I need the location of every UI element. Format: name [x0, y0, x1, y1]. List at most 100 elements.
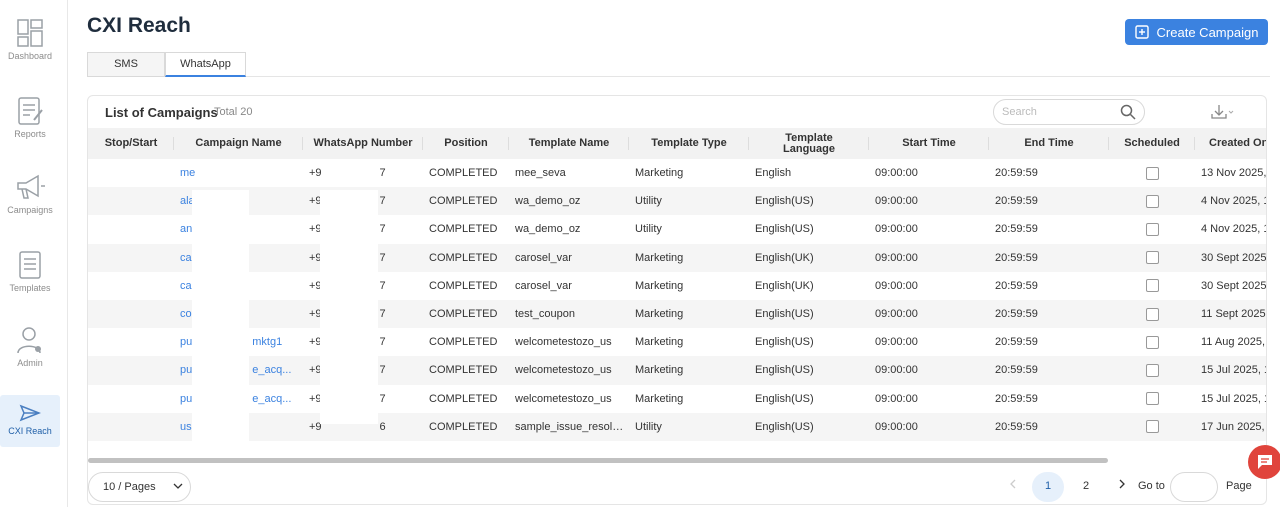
sidebar-item-admin[interactable]: Admin	[0, 325, 60, 368]
scheduled-checkbox[interactable]	[1145, 363, 1159, 377]
number-suffix: 6	[379, 420, 386, 433]
cell-stop-start[interactable]	[88, 385, 174, 413]
prev-page-button[interactable]	[1003, 472, 1023, 502]
table-row[interactable]: co +9 7 COMPLETED test_coupon Marketing Englis…	[88, 299, 1266, 329]
campaign-name-link[interactable]: co	[180, 308, 192, 320]
cell-template-language: English(US)	[755, 336, 814, 349]
sidebar-item-label: Campaigns	[7, 205, 53, 215]
campaign-name-link[interactable]: pu	[180, 336, 192, 348]
scheduled-checkbox[interactable]	[1145, 166, 1159, 180]
cell-end-time: 20:59:59	[995, 167, 1038, 180]
cell-scheduled	[1109, 328, 1195, 356]
col-start-time[interactable]: Start Time	[869, 128, 989, 159]
create-campaign-button[interactable]: Create Campaign	[1125, 19, 1268, 45]
sidebar-item-campaigns[interactable]: Campaigns	[0, 172, 60, 215]
table-row[interactable]: user45+96COMPLETEDsample_issue_resolutio…	[88, 412, 1266, 441]
col-template-name[interactable]: Template Name	[509, 128, 629, 159]
sidebar-item-dashboard[interactable]: Dashboard	[0, 18, 60, 61]
goto-page-input[interactable]	[1170, 472, 1218, 502]
campaign-name-suffix[interactable]: e_acq...	[252, 364, 291, 376]
cell-stop-start[interactable]	[88, 243, 174, 272]
number-suffix: 7	[379, 364, 386, 377]
table-row[interactable]: ca +9 7 COMPLETED carosel_var Marketing Englis…	[88, 243, 1266, 272]
cell-stop-start[interactable]	[88, 272, 174, 300]
scheduled-checkbox[interactable]	[1145, 194, 1159, 208]
page-label: Page	[1226, 480, 1252, 492]
sidebar-item-cxi-reach[interactable]: CXI Reach	[0, 395, 60, 447]
table-row[interactable]: pu mktg1 +9 7 COMPLETED welcometestozo_us Mark…	[88, 328, 1266, 356]
cell-template-name: wa_demo_oz	[509, 187, 629, 216]
cell-campaign-name[interactable]: me	[174, 159, 303, 187]
cell-end-time: 20:59:59	[989, 412, 1109, 441]
campaign-name-link[interactable]: pu	[180, 393, 192, 405]
col-created-on[interactable]: Created On	[1195, 128, 1266, 159]
scheduled-checkbox[interactable]	[1145, 420, 1159, 434]
page-size-value: 10 / Pages	[103, 481, 156, 493]
col-scheduled[interactable]: Scheduled	[1109, 128, 1195, 159]
next-page-button[interactable]	[1114, 472, 1130, 502]
create-campaign-label: Create Campaign	[1156, 24, 1259, 40]
search-input[interactable]: Search	[993, 99, 1145, 125]
page-button-2[interactable]: 2	[1070, 472, 1102, 502]
horizontal-scrollbar[interactable]	[88, 458, 1108, 463]
table-row[interactable]: ala +9 7 COMPLETED wa_demo_oz Utility English(…	[88, 187, 1266, 216]
cell-template-name: carosel_var	[515, 279, 572, 292]
scheduled-checkbox[interactable]	[1145, 251, 1159, 265]
table-row[interactable]: an +9 7 COMPLETED wa_demo_oz Utility English(U…	[88, 215, 1266, 243]
col-end-time[interactable]: End Time	[989, 128, 1109, 159]
tab-sms[interactable]: SMS	[87, 52, 165, 77]
scheduled-checkbox[interactable]	[1145, 307, 1159, 321]
col-whatsapp-number[interactable]: WhatsApp Number	[303, 128, 423, 159]
campaign-name-link[interactable]: ca	[180, 252, 192, 264]
cell-template-name: mee_seva	[515, 167, 566, 180]
cell-stop-start[interactable]	[88, 356, 174, 385]
page-size-select[interactable]: 10 / Pages	[88, 472, 191, 502]
campaign-name-suffix[interactable]: e_acq...	[252, 393, 291, 405]
cell-template-language: English(US)	[755, 392, 814, 405]
cell-created-on: 4 Nov 2025, 15	[1195, 187, 1266, 216]
search-icon[interactable]	[1120, 104, 1136, 120]
campaign-name-link[interactable]: pu	[180, 364, 192, 376]
col-label: Template Type	[651, 137, 727, 149]
table-row[interactable]: ca +9 7 COMPLETED carosel_var Marketing Englis…	[88, 272, 1266, 300]
col-template-language[interactable]: Template Language	[749, 128, 869, 159]
col-label: Start Time	[902, 137, 956, 149]
scheduled-checkbox[interactable]	[1145, 279, 1159, 293]
table-row[interactable]: me +9 7 COMPLETED mee_seva Marketing English 09…	[88, 159, 1266, 187]
cell-template-type: Marketing	[629, 299, 749, 329]
download-icon[interactable]	[1211, 104, 1235, 120]
chat-fab-button[interactable]	[1248, 445, 1280, 479]
scheduled-checkbox[interactable]	[1145, 222, 1159, 236]
cell-stop-start[interactable]	[88, 187, 174, 216]
col-campaign-name[interactable]: Campaign Name	[174, 128, 303, 159]
cell-stop-start[interactable]	[88, 299, 174, 329]
cell-template-name: carosel_var	[509, 243, 629, 272]
col-stop-start[interactable]: Stop/Start	[88, 128, 174, 159]
cell-template-name: welcometestozo_us	[515, 392, 612, 405]
campaign-name-link[interactable]: ca	[180, 280, 192, 292]
cell-stop-start[interactable]	[88, 159, 174, 187]
campaign-name-link[interactable]: an	[180, 223, 192, 235]
campaign-name-suffix[interactable]: mktg1	[252, 336, 282, 348]
col-position[interactable]: Position	[423, 128, 509, 159]
table-row[interactable]: pu e_acq... +9 7 COMPLETED welcometestozo_us M…	[88, 356, 1266, 385]
campaign-name-link[interactable]: me	[180, 167, 195, 179]
cell-start-time: 09:00:00	[869, 187, 989, 216]
cell-template-type: Marketing	[635, 279, 684, 292]
cell-template-type: Marketing	[635, 336, 684, 349]
tab-whatsapp[interactable]: WhatsApp	[165, 52, 246, 77]
cell-stop-start[interactable]	[88, 215, 174, 243]
sidebar-item-reports[interactable]: Reports	[0, 96, 60, 139]
cell-stop-start[interactable]	[88, 412, 174, 441]
send-icon	[19, 404, 41, 422]
chevron-down-icon	[173, 483, 183, 489]
col-template-type[interactable]: Template Type	[629, 128, 749, 159]
scheduled-checkbox[interactable]	[1145, 392, 1159, 406]
cell-position: COMPLETED	[429, 336, 498, 349]
sidebar-item-templates[interactable]: Templates	[0, 250, 60, 293]
cell-template-language: English(US)	[755, 223, 814, 236]
cell-stop-start[interactable]	[88, 328, 174, 356]
table-row[interactable]: pu e_acq... +9 7 COMPLETED welcometestozo_us M…	[88, 385, 1266, 413]
scheduled-checkbox[interactable]	[1145, 335, 1159, 349]
page-button-1[interactable]: 1	[1032, 472, 1064, 502]
